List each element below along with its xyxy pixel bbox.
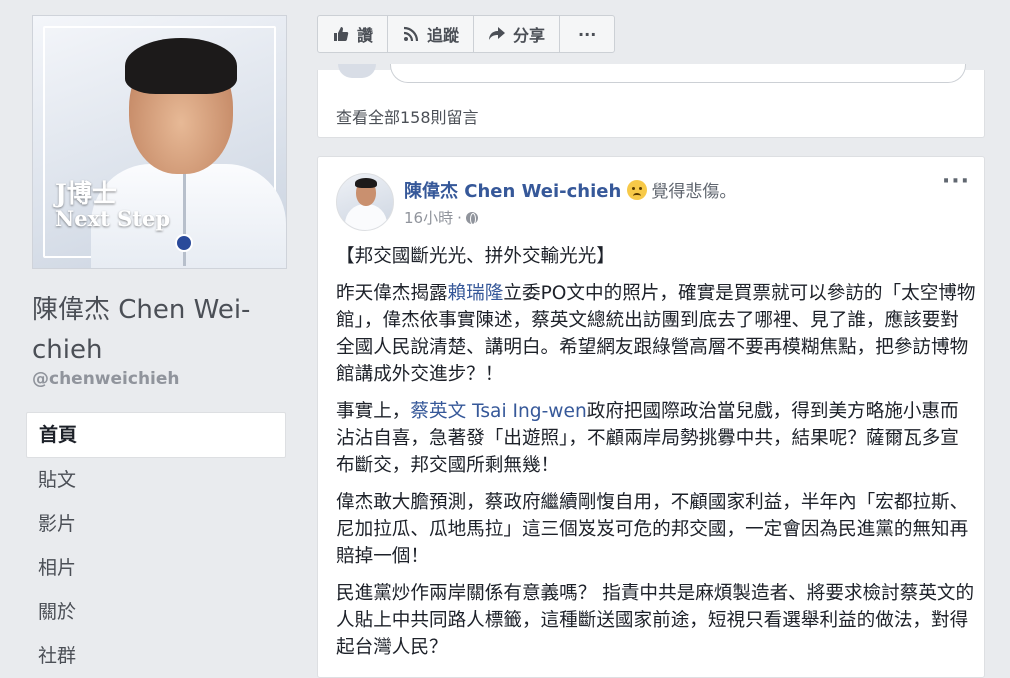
like-button[interactable]: 讚 — [318, 16, 389, 52]
p2-text-a: 事實上， — [336, 401, 411, 422]
page-title[interactable]: 陳偉杰 Chen Wei-chieh — [32, 290, 287, 370]
mention-link-tsai[interactable]: 蔡英文 Tsai Ing-wen — [410, 401, 586, 422]
more-options-button[interactable]: ··· — [560, 16, 614, 52]
author-avatar[interactable] — [336, 173, 394, 231]
post-options-button[interactable]: ··· — [942, 169, 970, 194]
nav-item-home[interactable]: 首頁 — [26, 412, 286, 458]
share-label: 分享 — [513, 26, 546, 45]
commenter-avatar — [338, 64, 376, 78]
sad-emoji-icon — [627, 180, 648, 200]
post-header: 陳偉杰 Chen Wei-chieh 覺得悲傷。 — [404, 177, 736, 203]
cover-logo-line1: J博士 — [55, 179, 117, 208]
page-handle[interactable]: @chenweichieh — [32, 369, 180, 389]
post-paragraph-2: 事實上，蔡英文 Tsai Ing-wen政府把國際政治當兒戲，得到美方略施小惠而… — [336, 398, 976, 479]
avatar-body — [345, 204, 387, 230]
post-author-name[interactable]: 陳偉杰 Chen Wei-chieh — [404, 181, 621, 202]
feeling-text: 覺得悲傷。 — [651, 182, 737, 202]
post-timestamp[interactable]: 16小時 — [404, 207, 453, 228]
nav-item-about[interactable]: 關於 — [26, 590, 286, 634]
post-paragraph-4: 民進黨炒作兩岸關係有意義嗎？ 指責中共是麻煩製造者、將要求檢討蔡英文的人貼上中共… — [336, 583, 975, 658]
follow-button[interactable]: 追蹤 — [388, 16, 475, 52]
mention-link-lai[interactable]: 賴瑞隆 — [448, 283, 504, 304]
nav-item-posts[interactable]: 貼文 — [26, 458, 286, 502]
nav-item-videos[interactable]: 影片 — [26, 502, 286, 546]
thumbs-up-icon — [332, 25, 350, 43]
person-hair — [125, 38, 237, 94]
nav-item-photos[interactable]: 相片 — [26, 546, 286, 590]
p1-text-a: 昨天偉杰揭露 — [336, 283, 448, 304]
page-action-bar: 讚 追蹤 分享 ··· — [317, 15, 616, 53]
post-timestamp-row: 16小時 · — [404, 207, 478, 228]
share-arrow-icon — [488, 25, 506, 43]
party-badge-icon — [175, 234, 193, 252]
page-nav: 首頁 貼文 影片 相片 關於 社群 — [26, 412, 286, 678]
post-card: 陳偉杰 Chen Wei-chieh 覺得悲傷。 16小時 · ··· 【邦交國斷… — [317, 156, 985, 678]
globe-icon — [465, 211, 478, 225]
post-title: 【邦交國斷光光、拼外交輸光光】 — [336, 246, 615, 267]
page-sidebar: J博士 Next Step 陳偉杰 Chen Wei-chieh @chenwe… — [0, 0, 305, 667]
post-body: 【邦交國斷光光、拼外交輸光光】 昨天偉杰揭露賴瑞隆立委PO文中的照片，確實是買票… — [336, 243, 976, 671]
post-paragraph-1: 昨天偉杰揭露賴瑞隆立委PO文中的照片，確實是買票就可以參訪的「太空博物館」，偉杰… — [336, 280, 976, 388]
share-button[interactable]: 分享 — [474, 16, 561, 52]
view-all-comments-link[interactable]: 查看全部158則留言 — [336, 104, 479, 128]
like-label: 讚 — [357, 26, 374, 45]
cover-logo-line2: Next Step — [55, 206, 170, 231]
previous-post-card: 查看全部158則留言 — [317, 64, 985, 138]
avatar-hair — [355, 178, 377, 188]
rss-icon — [402, 25, 420, 43]
follow-label: 追蹤 — [427, 26, 460, 45]
more-label: ··· — [578, 24, 597, 44]
comment-input[interactable] — [390, 64, 966, 83]
separator-dot: · — [457, 208, 462, 227]
profile-picture[interactable]: J博士 Next Step — [32, 15, 287, 269]
nav-item-community[interactable]: 社群 — [26, 634, 286, 678]
post-paragraph-3: 偉杰敢大膽預測，蔡政府繼續剛愎自用，不顧國家利益，半年內「宏都拉斯、尼加拉瓜、瓜… — [336, 492, 969, 567]
